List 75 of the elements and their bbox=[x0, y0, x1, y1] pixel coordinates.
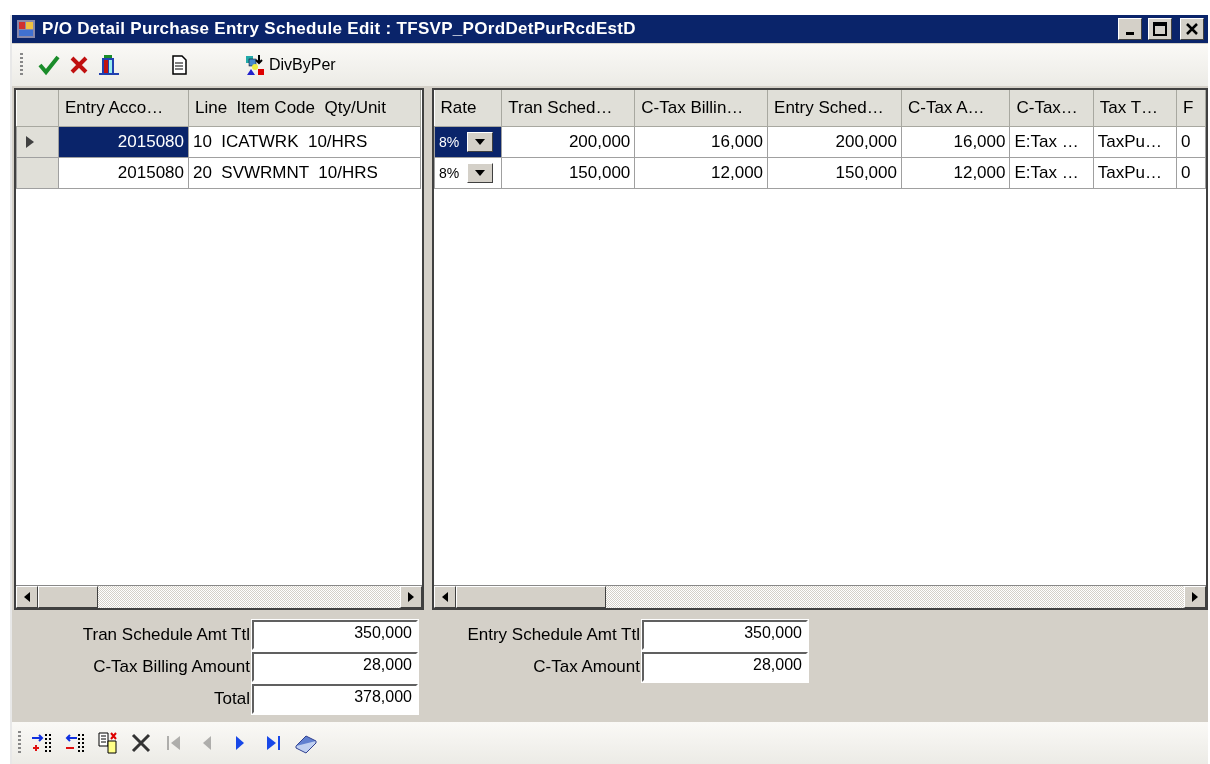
table-cell: 200,000 bbox=[767, 126, 902, 158]
row-pointer-icon bbox=[25, 135, 35, 149]
amount-field[interactable]: 28,000 bbox=[252, 652, 418, 682]
column-header[interactable]: C-Tax Billin… bbox=[634, 90, 768, 127]
column-header[interactable]: Entry Acco… bbox=[58, 90, 189, 127]
column-header[interactable]: Rate bbox=[434, 90, 502, 127]
table-cell: 200,000 bbox=[501, 126, 635, 158]
nav-button[interactable] bbox=[63, 731, 87, 755]
dropdown-arrow-icon bbox=[475, 170, 486, 176]
table-cell: 150,000 bbox=[767, 157, 902, 189]
field-label: Entry Schedule Amt Ttl bbox=[466, 625, 640, 645]
left-arrow-icon bbox=[24, 592, 30, 602]
arrow-plus-icon bbox=[30, 731, 54, 755]
window-title: P/O Detail Purchase Entry Schedule Edit : TFSVP_POrdDetPurRcdEstD bbox=[42, 19, 637, 39]
horizontal-scrollbar[interactable] bbox=[434, 585, 1206, 608]
dropdown-arrow-icon bbox=[475, 139, 486, 145]
minimize-button[interactable] bbox=[1118, 18, 1142, 40]
right-arrow-icon bbox=[1192, 592, 1198, 602]
table-cell: E:Tax … bbox=[1009, 126, 1094, 158]
rate-dropdown[interactable]: 8% bbox=[434, 157, 502, 189]
field-label: Total bbox=[213, 689, 250, 709]
rate-dropdown[interactable]: 8% bbox=[434, 126, 502, 158]
table-cell: 150,000 bbox=[501, 157, 635, 189]
row-header-cell bbox=[16, 90, 59, 127]
maximize-icon bbox=[1153, 22, 1167, 36]
check-icon bbox=[37, 53, 61, 77]
row-header-cell[interactable] bbox=[16, 157, 59, 189]
field-label: C-Tax Amount bbox=[532, 657, 640, 677]
column-header[interactable]: F bbox=[1176, 90, 1206, 127]
right-arrow-icon bbox=[408, 592, 414, 602]
shapes-icon bbox=[243, 53, 267, 77]
scroll-thumb[interactable] bbox=[38, 586, 98, 608]
divide-button[interactable]: DivByPer bbox=[243, 53, 336, 77]
toolbar-button[interactable] bbox=[97, 53, 121, 77]
table-cell: 0 bbox=[1176, 126, 1206, 158]
column-header[interactable]: Line Item Code Qty/Unit bbox=[188, 90, 421, 127]
table-cell: E:Tax … bbox=[1009, 157, 1094, 189]
left-arrow-icon bbox=[442, 592, 448, 602]
column-header[interactable]: Entry Sched… bbox=[767, 90, 902, 127]
scroll-thumb[interactable] bbox=[456, 586, 606, 608]
table-cell: 16,000 bbox=[634, 126, 768, 158]
field-label: C-Tax Billing Amount bbox=[92, 657, 250, 677]
minimize-icon bbox=[1126, 31, 1134, 35]
table-cell: 2015080 bbox=[58, 157, 189, 189]
maximize-button[interactable] bbox=[1148, 18, 1172, 40]
arrow-minus-icon bbox=[63, 731, 87, 755]
amount-field[interactable]: 350,000 bbox=[252, 620, 418, 650]
close-icon bbox=[1185, 22, 1199, 36]
column-header[interactable]: C-Tax… bbox=[1009, 90, 1094, 127]
close-button[interactable] bbox=[1180, 18, 1204, 40]
table-cell: 16,000 bbox=[901, 126, 1010, 158]
column-header[interactable]: Tax T… bbox=[1093, 90, 1177, 127]
amount-field[interactable]: 350,000 bbox=[642, 620, 808, 650]
row-header-cell[interactable] bbox=[16, 126, 59, 158]
table-cell: 12,000 bbox=[901, 157, 1010, 189]
horizontal-scrollbar[interactable] bbox=[16, 585, 422, 608]
column-header[interactable]: C-Tax A… bbox=[901, 90, 1010, 127]
x-icon bbox=[129, 731, 153, 755]
amount-field[interactable]: 378,000 bbox=[252, 684, 418, 714]
table-cell: 0 bbox=[1176, 157, 1206, 189]
table-cell: TaxPu… bbox=[1093, 157, 1177, 189]
table-cell: 10 ICATWRK 10/HRS bbox=[188, 126, 421, 158]
table-cell: 2015080 bbox=[58, 126, 189, 158]
column-header[interactable]: Tran Sched… bbox=[501, 90, 635, 127]
nav-button[interactable] bbox=[96, 731, 120, 755]
table-cell: 12,000 bbox=[634, 157, 768, 189]
column-icon bbox=[97, 53, 121, 77]
table-cell: 20 SVWRMNT 10/HRS bbox=[188, 157, 421, 189]
amount-field[interactable]: 28,000 bbox=[642, 652, 808, 682]
copy-icon bbox=[96, 731, 120, 755]
nav-button[interactable] bbox=[30, 731, 54, 755]
app-icon bbox=[16, 19, 36, 39]
field-label: Tran Schedule Amt Ttl bbox=[81, 625, 250, 645]
nav-button[interactable] bbox=[129, 731, 153, 755]
table-cell: TaxPu… bbox=[1093, 126, 1177, 158]
